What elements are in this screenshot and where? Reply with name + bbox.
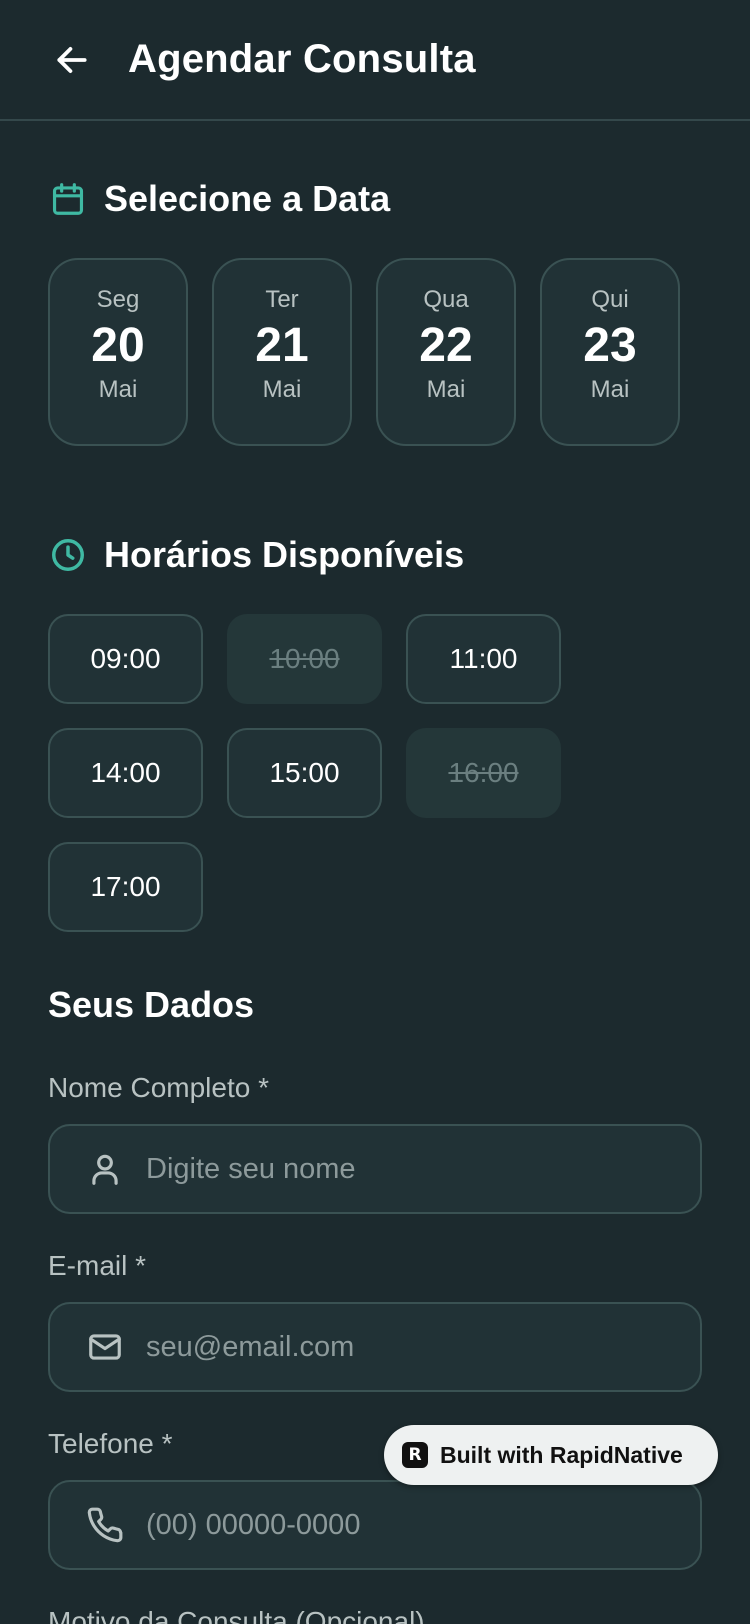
top-bar: Agendar Consulta [0,0,750,121]
reason-label: Motivo da Consulta (Opcional) [48,1606,425,1624]
date-picker: Seg 20 Mai Ter 21 Mai Qua 22 Mai Qui 23 … [48,258,680,446]
phone-label: Telefone * [48,1428,173,1459]
date-month: Mai [98,376,138,403]
time-slot[interactable]: 11:00 [406,614,561,704]
date-month: Mai [590,376,630,403]
date-card[interactable]: Seg 20 Mai [48,258,188,446]
built-with-badge[interactable]: R Built with RapidNative [384,1425,718,1485]
email-input[interactable] [146,1317,700,1377]
date-section-header: Selecione a Data [48,178,390,220]
time-slot[interactable]: 14:00 [48,728,203,818]
date-weekday: Qui [591,286,629,313]
time-slot-grid: 09:00 10:00 11:00 14:00 15:00 16:00 17:0… [48,614,608,932]
date-card[interactable]: Ter 21 Mai [212,258,352,446]
name-label: Nome Completo * [48,1072,269,1103]
date-card[interactable]: Qui 23 Mai [540,258,680,446]
date-section-title: Selecione a Data [104,178,391,219]
back-button[interactable] [52,40,92,80]
date-day: 20 [91,319,145,372]
date-weekday: Qua [423,286,469,313]
arrow-left-icon [57,46,87,73]
name-input[interactable] [146,1139,700,1199]
page-title: Agendar Consulta [128,37,476,81]
time-slot-unavailable: 10:00 [227,614,382,704]
name-field[interactable] [48,1124,702,1214]
phone-icon [84,1504,126,1546]
date-day: 23 [583,319,637,372]
date-month: Mai [426,376,466,403]
time-slot[interactable]: 15:00 [227,728,382,818]
email-label: E-mail * [48,1250,147,1281]
time-slot[interactable]: 17:00 [48,842,203,932]
date-day: 22 [419,319,473,372]
date-month: Mai [262,376,302,403]
email-field[interactable] [48,1302,702,1392]
date-weekday: Seg [96,286,140,313]
calendar-icon [48,179,88,219]
phone-field[interactable] [48,1480,702,1570]
clock-icon [48,535,88,575]
user-icon [84,1148,126,1190]
time-section-header: Horários Disponíveis [48,534,464,576]
time-slot-unavailable: 16:00 [406,728,561,818]
mail-icon [84,1326,126,1368]
phone-input[interactable] [146,1495,700,1555]
form-title: Seus Dados [48,984,255,1025]
badge-label: Built with RapidNative [440,1441,683,1468]
appointment-screen: Agendar Consulta Selecione a Data Seg 20… [0,0,750,1624]
date-day: 21 [255,319,309,372]
date-card[interactable]: Qua 22 Mai [376,258,516,446]
date-weekday: Ter [265,286,299,313]
time-section-title: Horários Disponíveis [104,534,465,575]
rapidnative-logo-icon: R [402,1442,428,1468]
time-slot[interactable]: 09:00 [48,614,203,704]
